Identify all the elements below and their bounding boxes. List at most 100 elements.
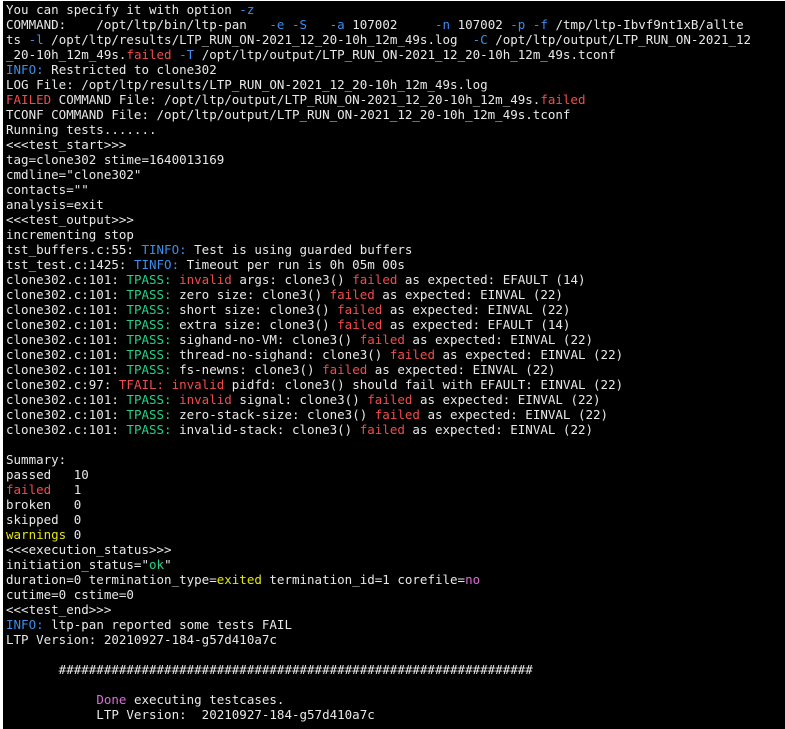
terminal-line: clone302.c:101: TPASS: invalid-stack: cl… bbox=[6, 422, 785, 437]
terminal-line: INFO: ltp-pan reported some tests FAIL bbox=[6, 617, 785, 632]
terminal-text: -n bbox=[435, 17, 451, 32]
terminal-text: zero size: clone3() bbox=[171, 287, 330, 302]
terminal-text: invalid bbox=[179, 392, 232, 407]
terminal-text: failed bbox=[359, 422, 405, 437]
terminal-line: incrementing stop bbox=[6, 227, 785, 242]
terminal-text: termination_id=1 corefile= bbox=[261, 572, 466, 587]
terminal-text: cmdline="clone302" bbox=[6, 167, 142, 182]
terminal-text: TPASS: bbox=[126, 362, 172, 377]
terminal-text: TINFO: bbox=[141, 242, 187, 257]
terminal-text: TPASS: bbox=[126, 317, 172, 332]
terminal-text: -z bbox=[239, 2, 255, 17]
terminal-text: clone302.c:101: bbox=[6, 302, 127, 317]
terminal-text: clone302.c:101: bbox=[6, 317, 127, 332]
terminal-line: tst_test.c:1425: TINFO: Timeout per run … bbox=[6, 257, 785, 272]
terminal-line: clone302.c:97: TFAIL: invalid pidfd: clo… bbox=[6, 377, 785, 392]
terminal-text: TINFO: bbox=[133, 257, 180, 272]
terminal-text: ts bbox=[6, 32, 29, 47]
terminal-line: clone302.c:101: TPASS: invalid args: clo… bbox=[6, 272, 785, 287]
terminal-text: You can specify it with option bbox=[6, 2, 240, 17]
terminal-line: clone302.c:101: TPASS: short size: clone… bbox=[6, 302, 785, 317]
terminal-text: initiation_status=" bbox=[6, 557, 149, 572]
terminal-text: warnings bbox=[6, 527, 67, 542]
terminal-line: clone302.c:101: TPASS: zero-stack-size: … bbox=[6, 407, 785, 422]
terminal-line: cmdline="clone302" bbox=[6, 167, 785, 182]
terminal-text: signal: clone3() bbox=[231, 392, 368, 407]
terminal-text: contacts="" bbox=[6, 182, 89, 197]
terminal-text: args: clone3() bbox=[231, 272, 353, 287]
terminal-text: TPASS: bbox=[126, 332, 172, 347]
terminal-line: clone302.c:101: TPASS: fs-newns: clone3(… bbox=[6, 362, 785, 377]
terminal-line: TCONF COMMAND File: /opt/ltp/output/LTP_… bbox=[6, 107, 785, 122]
terminal-line: clone302.c:101: TPASS: zero size: clone3… bbox=[6, 287, 785, 302]
terminal-text: pidfd: clone3() should fail with EFAULT:… bbox=[224, 377, 624, 392]
terminal-text: <<<test_start>>> bbox=[6, 137, 127, 152]
terminal-text: LTP Version: 20210927-184-g57d410a7c bbox=[6, 632, 277, 647]
terminal-line: duration=0 termination_type=exited termi… bbox=[6, 572, 785, 587]
terminal-text: Test is using guarded buffers bbox=[186, 242, 413, 257]
terminal-text: TCONF COMMAND File: /opt/ltp/output/LTP_… bbox=[6, 107, 571, 122]
terminal-line: ########################################… bbox=[6, 662, 785, 677]
terminal-text: as expected: EFAULT (14) bbox=[382, 317, 571, 332]
terminal-text: " bbox=[164, 557, 172, 572]
terminal-text: clone302.c:101: bbox=[6, 347, 127, 362]
terminal-text: tst_buffers.c:55: bbox=[6, 242, 142, 257]
terminal-line: cutime=0 cstime=0 bbox=[6, 587, 785, 602]
terminal-line: _20-10h_12m_49s.failed -T /opt/ltp/outpu… bbox=[6, 47, 785, 62]
terminal-line: COMMAND: /opt/ltp/bin/ltp-pan -e -S -a 1… bbox=[6, 17, 785, 32]
terminal-text: failed bbox=[352, 272, 398, 287]
terminal-text: tst_test.c:1425: bbox=[6, 257, 134, 272]
terminal-text: -a bbox=[329, 17, 345, 32]
terminal-text: 107002 bbox=[344, 17, 435, 32]
terminal-text: duration=0 termination_type= bbox=[6, 572, 217, 587]
terminal-line: <<<test_end>>> bbox=[6, 602, 785, 617]
terminal-text: invalid bbox=[171, 377, 225, 392]
terminal-text: 1 bbox=[51, 482, 82, 497]
terminal-line: passed 10 bbox=[6, 467, 785, 482]
terminal-text: ########################################… bbox=[6, 662, 533, 677]
terminal-window[interactable]: You can specify it with option -z COMMAND… bbox=[3, 1, 785, 729]
terminal-line: tag=clone302 stime=1640013169 bbox=[6, 152, 785, 167]
terminal-line: <<<test_output>>> bbox=[6, 212, 785, 227]
terminal-text: LTP Version: 20210927-184-g57d410a7c bbox=[6, 707, 375, 722]
terminal-text: failed bbox=[6, 482, 52, 497]
terminal-text: failed bbox=[337, 302, 383, 317]
terminal-text: skipped 0 bbox=[6, 512, 82, 527]
terminal-text: TFAIL: bbox=[118, 377, 165, 392]
terminal-line: clone302.c:101: TPASS: invalid signal: c… bbox=[6, 392, 785, 407]
terminal-text: -l bbox=[28, 32, 44, 47]
terminal-text: clone302.c:101: bbox=[6, 392, 127, 407]
terminal-text: failed bbox=[540, 92, 586, 107]
terminal-text: as expected: EINVAL (22) bbox=[434, 347, 624, 362]
terminal-line: <<<test_start>>> bbox=[6, 137, 785, 152]
terminal-text: clone302.c:101: bbox=[6, 422, 127, 437]
terminal-text: Timeout per run is 0h 05m 00s bbox=[179, 257, 405, 272]
terminal-text: as expected: EINVAL (22) bbox=[412, 392, 601, 407]
terminal-text: executing testcases. bbox=[126, 692, 285, 707]
terminal-line: warnings 0 bbox=[6, 527, 785, 542]
terminal-text: no bbox=[465, 572, 481, 587]
terminal-text: incrementing stop bbox=[6, 227, 134, 242]
terminal-text: COMMAND: /opt/ltp/bin/ltp-pan bbox=[6, 17, 270, 32]
terminal-text: TPASS: bbox=[126, 272, 172, 287]
terminal-text: /tmp/ltp-Ibvf9nt1xB/allte bbox=[547, 17, 744, 32]
terminal-text: failed bbox=[337, 317, 383, 332]
terminal-text: failed bbox=[126, 47, 172, 62]
terminal-text: TPASS: bbox=[126, 422, 172, 437]
terminal-line: INFO: Restricted to clone302 bbox=[6, 62, 785, 77]
terminal-line: LOG File: /opt/ltp/results/LTP_RUN_ON-20… bbox=[6, 77, 785, 92]
terminal-text: cutime=0 cstime=0 bbox=[6, 587, 134, 602]
terminal-text: failed bbox=[329, 287, 375, 302]
terminal-text: as expected: EINVAL (22) bbox=[367, 362, 556, 377]
terminal-text: clone302.c:101: bbox=[6, 287, 127, 302]
terminal-line: clone302.c:101: TPASS: sighand-no-VM: cl… bbox=[6, 332, 785, 347]
terminal-text: invalid bbox=[179, 272, 232, 287]
terminal-line: clone302.c:101: TPASS: extra size: clone… bbox=[6, 317, 785, 332]
